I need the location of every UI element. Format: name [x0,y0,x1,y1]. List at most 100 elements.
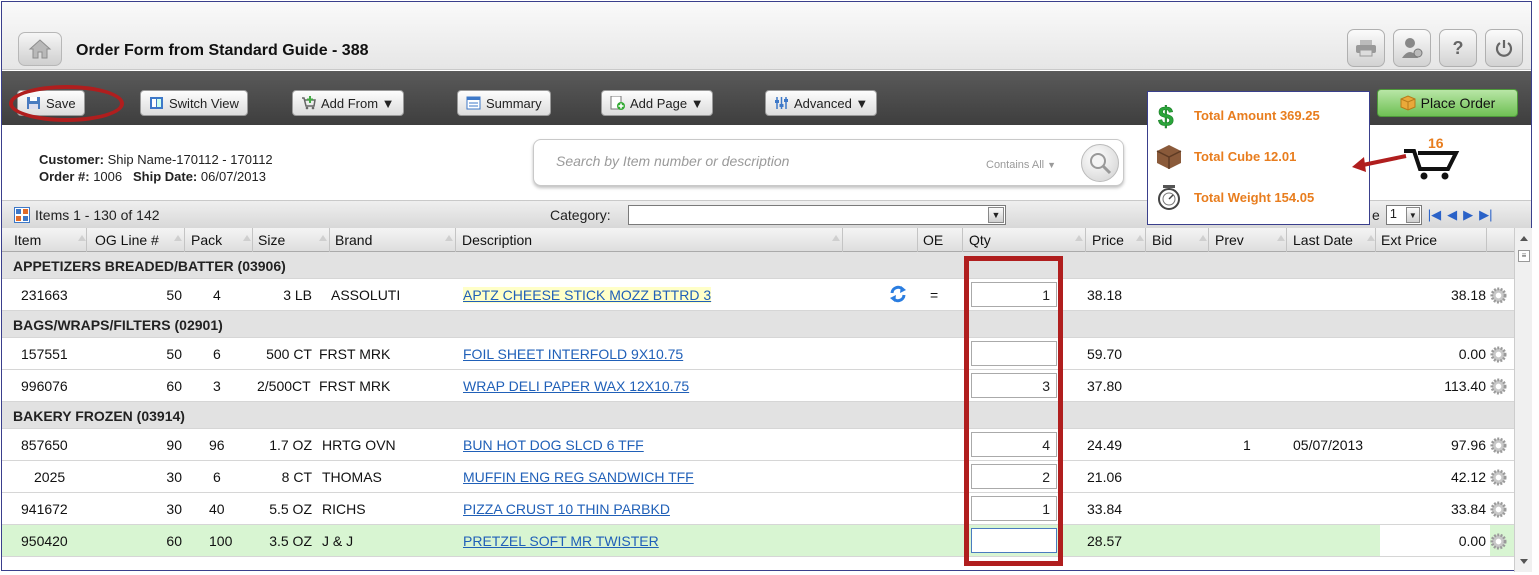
col-description[interactable]: Description [462,232,532,248]
description: WRAP DELI PAPER WAX 12X10.75 [463,378,689,394]
col-item[interactable]: Item [14,232,41,248]
home-button[interactable] [18,32,62,66]
ext-price: 97.96 [1450,437,1486,453]
col-pack[interactable]: Pack [191,232,222,248]
qty-input[interactable]: 1 [971,282,1057,307]
switch-view-button[interactable]: Switch View [140,90,248,116]
switch-view-icon [150,97,163,109]
col-bid[interactable]: Bid [1152,232,1172,248]
table-row[interactable]: 941672 30 40 5.5 OZ RICHS PIZZA CRUST 10… [2,493,1522,525]
qty-input-active[interactable] [971,528,1057,553]
add-page-button[interactable]: Add Page ▼ [601,90,713,116]
qty-input[interactable]: 1 [971,496,1057,521]
pack: 6 [213,346,221,362]
prev-page-icon[interactable]: ◀ [1447,207,1457,223]
scroll-up-icon[interactable] [1520,236,1528,241]
save-label: Save [46,95,76,111]
sort-icon [445,235,453,241]
col-og-line[interactable]: OG Line # [95,232,159,248]
col-brand[interactable]: Brand [335,232,372,248]
gear-icon[interactable] [1490,287,1507,304]
item-number: 857650 [21,437,68,453]
user-settings-button[interactable] [1393,29,1431,67]
sort-icon [243,235,251,241]
pack: 4 [213,287,221,303]
scroll-down-icon[interactable] [1520,559,1528,564]
grid-settings-icon[interactable] [14,207,30,223]
description-link[interactable]: BUN HOT DOG SLCD 6 TFF [463,437,644,453]
add-from-button[interactable]: Add From ▼ [292,90,404,116]
ext-price: 0.00 [1458,533,1486,549]
page-value: 1 [1389,206,1398,221]
table-row[interactable]: 857650 90 96 1.7 OZ HRTG OVN BUN HOT DOG… [2,429,1522,461]
summary-label: Summary [486,95,542,111]
col-ext-price[interactable]: Ext Price [1381,232,1437,248]
power-button[interactable] [1485,29,1523,67]
qty-input[interactable]: 2 [971,464,1057,489]
help-button[interactable]: ? [1439,29,1477,67]
summary-button[interactable]: Summary [457,90,551,116]
gear-icon[interactable] [1490,533,1507,550]
col-last-date[interactable]: Last Date [1293,232,1353,248]
description-link[interactable]: FOIL SHEET INTERFOLD 9X10.75 [463,346,683,362]
gear-icon[interactable] [1490,378,1507,395]
search-button[interactable] [1081,144,1119,182]
qty-input[interactable]: 3 [971,373,1057,398]
table-row[interactable]: 231663 50 4 3 LB ASSOLUTI APTZ CHEESE ST… [2,279,1522,311]
title-bar: Order Form from Standard Guide - 388 ? [2,2,1531,70]
first-page-icon[interactable]: |◀ [1428,207,1441,223]
customer-label: Customer: [39,152,105,167]
col-price[interactable]: Price [1092,232,1124,248]
save-button[interactable]: Save [17,90,85,116]
price: 59.70 [1087,346,1123,362]
total-weight-label: Total Weight [1194,189,1271,205]
table-row[interactable]: 2025 30 6 8 CT THOMAS MUFFIN ENG REG SAN… [2,461,1522,493]
table-row[interactable]: 996076 60 3 2/500CT FRST MRK WRAP DELI P… [2,370,1522,402]
place-order-button[interactable]: Place Order [1377,89,1518,117]
print-button[interactable] [1347,29,1385,67]
customer-value: Ship Name-170112 - 170112 [107,152,273,167]
total-weight-row: Total Weight 154.05 [1154,182,1314,212]
price: 37.80 [1087,378,1123,394]
page-label-suffix: e [1372,207,1380,223]
column-menu-icon[interactable]: ≡ [1518,250,1530,262]
gear-icon[interactable] [1490,501,1507,518]
table-row[interactable]: 157551 50 6 500 CT FRST MRK FOIL SHEET I… [2,338,1522,370]
sort-icon [1199,235,1207,241]
gear-icon[interactable] [1490,346,1507,363]
qty-input[interactable] [971,341,1057,366]
search-mode-dropdown[interactable]: Contains All ▼ [986,159,1056,171]
description: BUN HOT DOG SLCD 6 TFF [463,437,644,453]
vertical-scrollbar[interactable]: ≡ [1514,228,1532,572]
page-select[interactable]: 1 ▼ [1385,205,1422,225]
col-size[interactable]: Size [258,232,285,248]
pack: 40 [209,501,225,517]
col-prev[interactable]: Prev [1215,232,1244,248]
gear-icon[interactable] [1490,437,1507,454]
next-page-icon[interactable]: ▶ [1463,207,1473,223]
description: PRETZEL SOFT MR TWISTER [463,533,659,549]
category-label: Category: [550,207,611,223]
advanced-button[interactable]: Advanced ▼ [765,90,878,116]
refresh-icon[interactable] [888,284,908,304]
description-link[interactable]: MUFFIN ENG REG SANDWICH TFF [463,469,694,485]
gear-icon[interactable] [1490,469,1507,486]
description-link[interactable]: PIZZA CRUST 10 THIN PARBKD [463,501,670,517]
size: 1.7 OZ [269,437,312,453]
table-row-selected[interactable]: 950420 60 100 3.5 OZ J & J PRETZEL SOFT … [2,525,1522,557]
description-link[interactable]: PRETZEL SOFT MR TWISTER [463,533,659,549]
sort-icon [319,235,327,241]
column-divider [1208,228,1209,252]
cart-count-badge: 16 [1428,135,1444,151]
search-input[interactable] [556,153,916,169]
description-link[interactable]: WRAP DELI PAPER WAX 12X10.75 [463,378,689,394]
qty-input[interactable]: 4 [971,432,1057,457]
search-icon [1090,153,1112,175]
category-select[interactable]: ▼ [628,205,1006,225]
description-link[interactable]: APTZ CHEESE STICK MOZZ BTTRD 3 [463,287,712,303]
total-cube-label: Total Cube [1194,148,1261,164]
last-page-icon[interactable]: ▶| [1479,207,1492,223]
description: FOIL SHEET INTERFOLD 9X10.75 [463,346,683,362]
col-qty[interactable]: Qty [969,232,991,248]
col-oe[interactable]: OE [923,232,943,248]
